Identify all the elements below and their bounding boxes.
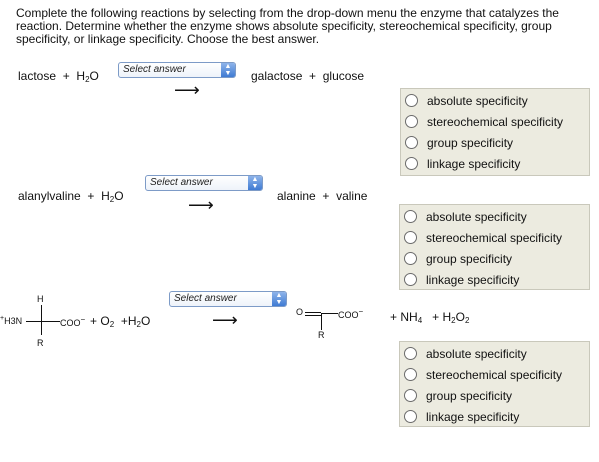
radio-button[interactable]	[404, 389, 417, 402]
product-R: R	[318, 330, 325, 340]
option-label: linkage specificity	[427, 157, 521, 171]
product-horizontal-bond	[321, 313, 338, 314]
option-label: group specificity	[427, 136, 514, 150]
instructions-text: Complete the following reactions by sele…	[16, 6, 559, 46]
option-label: stereochemical specificity	[426, 231, 563, 245]
radio-button[interactable]	[404, 410, 417, 423]
option-label: absolute specificity	[427, 94, 528, 108]
structure-horizontal-bond	[26, 321, 60, 322]
option-label: stereochemical specificity	[426, 368, 563, 382]
select-placeholder: Select answer	[123, 64, 186, 75]
product-galactose: galactose	[251, 69, 303, 83]
reaction-arrow-2: ⟶	[188, 195, 214, 215]
radio-button[interactable]	[405, 136, 418, 149]
option-label: stereochemical specificity	[427, 115, 564, 129]
reactant-alanylvaline: alanylvaline	[18, 189, 81, 203]
reaction-2-reactants: alanylvaline + H2O	[18, 189, 124, 204]
option-label: absolute specificity	[426, 347, 527, 361]
plus-sign: +	[309, 69, 317, 83]
double-bond-line-2	[305, 315, 321, 316]
radio-button[interactable]	[405, 94, 418, 107]
specificity-options-1: absolute specificity stereochemical spec…	[400, 88, 590, 176]
option-label: group specificity	[426, 252, 513, 266]
water-formula: H2O	[101, 189, 124, 204]
option-label: absolute specificity	[426, 210, 527, 224]
specificity-options-2: absolute specificity stereochemical spec…	[399, 204, 590, 290]
select-placeholder: Select answer	[150, 177, 213, 188]
radio-button[interactable]	[404, 231, 417, 244]
enzyme-select-2[interactable]: Select answer ▲ ▼	[145, 175, 263, 191]
reaction-arrow-3: ⟶	[212, 310, 238, 330]
structure-bottom-R: R	[37, 338, 44, 348]
structure-vertical-bond	[41, 305, 42, 335]
product-alanine: alanine	[277, 189, 316, 203]
specificity-options-3: absolute specificity stereochemical spec…	[399, 341, 590, 427]
reaction-arrow-1: ⟶	[174, 80, 200, 100]
select-placeholder: Select answer	[174, 293, 237, 304]
product-carboxylate: COO−	[338, 307, 364, 320]
structure-carboxylate: COO−	[60, 315, 86, 328]
radio-button[interactable]	[404, 368, 417, 381]
radio-button[interactable]	[404, 347, 417, 360]
reaction-2-products: alanine + valine	[277, 189, 367, 203]
radio-button[interactable]	[404, 252, 417, 265]
radio-button[interactable]	[404, 210, 417, 223]
chevron-updown-icon: ▲ ▼	[221, 63, 235, 77]
chevron-updown-icon: ▲ ▼	[248, 176, 262, 190]
double-bond-line-1	[305, 312, 321, 313]
reactant-lactose: lactose	[18, 69, 57, 83]
enzyme-select-3[interactable]: Select answer ▲ ▼	[169, 291, 287, 307]
plus-sign: +	[62, 69, 70, 83]
option-label: group specificity	[426, 389, 513, 403]
water-formula: H2O	[76, 69, 99, 84]
radio-button[interactable]	[404, 273, 417, 286]
structure-ammonium-group: +H3N	[0, 315, 23, 326]
product-carbonyl-O: O	[296, 307, 304, 317]
product-vertical-bond	[321, 313, 322, 330]
plus-sign: +	[87, 189, 95, 203]
radio-button[interactable]	[405, 157, 418, 170]
reaction-3-co-reactants: + O2 +H2O	[90, 314, 151, 329]
reaction-1-reactants: lactose + H2O	[18, 69, 99, 84]
option-label: linkage specificity	[426, 410, 520, 424]
option-label: linkage specificity	[426, 273, 520, 287]
product-glucose: glucose	[322, 69, 365, 83]
reaction-1-products: galactose + glucose	[251, 69, 364, 83]
radio-button[interactable]	[405, 115, 418, 128]
reaction-3-co-products: + NH4 + H2O2	[390, 310, 470, 325]
chevron-updown-icon: ▲ ▼	[272, 292, 286, 306]
product-valine: valine	[336, 189, 368, 203]
plus-sign: +	[322, 189, 330, 203]
enzyme-select-1[interactable]: Select answer ▲ ▼	[118, 62, 236, 78]
structure-top-H: H	[37, 294, 44, 304]
